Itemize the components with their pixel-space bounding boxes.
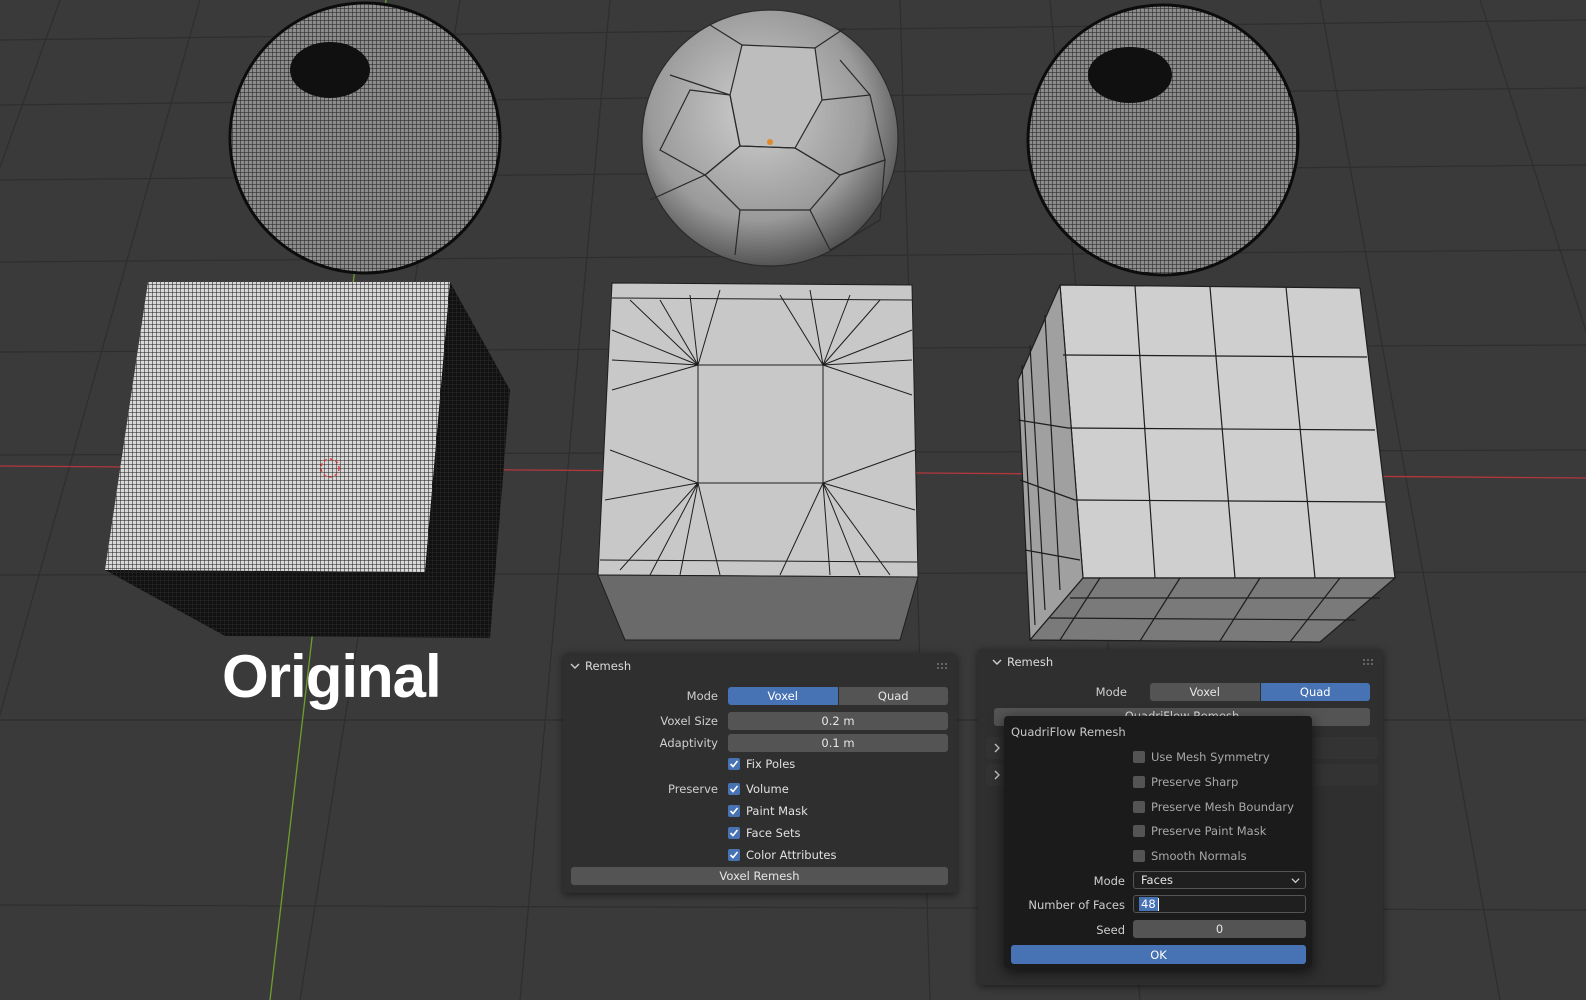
preserve-color-attributes-checkbox[interactable]: Color Attributes (728, 848, 836, 862)
drag-grip-icon[interactable] (937, 663, 949, 669)
checkbox-checked-icon (728, 827, 740, 839)
checkbox-checked-icon (728, 783, 740, 795)
quad-sphere[interactable] (1025, 0, 1305, 280)
quad-panel-header[interactable]: Remesh (978, 649, 1383, 675)
original-sphere[interactable] (225, 0, 505, 280)
quad-cube[interactable] (1017, 284, 1397, 643)
voxel-mode-toggle[interactable]: Voxel Quad (728, 687, 948, 705)
chevron-down-icon[interactable] (992, 657, 1002, 667)
voxel-mode-label: Mode (686, 689, 718, 703)
chevron-down-icon (1291, 878, 1300, 884)
voxel-remesh-panel: Remesh Mode Voxel Quad Voxel Size 0.2 m … (563, 653, 957, 893)
chevron-down-icon[interactable] (570, 661, 580, 671)
checkbox-checked-icon (728, 849, 740, 861)
voxel-panel-header[interactable]: Remesh (563, 653, 957, 679)
seed-label: Seed (1096, 923, 1125, 937)
chevron-right-icon (994, 743, 1000, 753)
mode-quad-option[interactable]: Quad (1259, 683, 1370, 701)
text-caret (1157, 897, 1159, 911)
chevron-right-icon (994, 770, 1000, 780)
voxel-remesh-button[interactable]: Voxel Remesh (571, 867, 948, 885)
voxel-panel-title: Remesh (585, 659, 632, 673)
quadriflow-remesh-popup: QuadriFlow Remesh Use Mesh Symmetry Pres… (1004, 716, 1312, 968)
voxel-cube[interactable] (597, 282, 919, 641)
checkbox-unchecked-icon (1133, 825, 1145, 837)
quad-panel-title: Remesh (1007, 655, 1054, 669)
adaptivity-label: Adaptivity (659, 736, 718, 750)
checkbox-unchecked-icon (1133, 801, 1145, 813)
preserve-face-sets-checkbox[interactable]: Face Sets (728, 826, 801, 840)
original-label: Original (222, 643, 442, 710)
seed-field[interactable]: 0 (1133, 920, 1306, 938)
mode-quad-option[interactable]: Quad (837, 687, 948, 705)
use-mesh-symmetry-checkbox[interactable]: Use Mesh Symmetry (1133, 750, 1270, 764)
quad-mode-toggle[interactable]: Voxel Quad (1150, 683, 1370, 701)
voxel-size-field[interactable]: 0.2 m (728, 712, 948, 730)
checkbox-unchecked-icon (1133, 776, 1145, 788)
preserve-mesh-boundary-checkbox[interactable]: Preserve Mesh Boundary (1133, 800, 1294, 814)
preserve-sharp-checkbox[interactable]: Preserve Sharp (1133, 775, 1238, 789)
original-cube[interactable] (105, 282, 510, 638)
fix-poles-checkbox[interactable]: Fix Poles (728, 757, 795, 771)
checkbox-checked-icon (728, 805, 740, 817)
preserve-volume-checkbox[interactable]: Volume (728, 782, 789, 796)
checkbox-unchecked-icon (1133, 751, 1145, 763)
preserve-paint-mask-checkbox[interactable]: Paint Mask (728, 804, 808, 818)
number-of-faces-input[interactable]: 48 (1133, 895, 1306, 913)
adaptivity-field[interactable]: 0.1 m (728, 734, 948, 752)
mode-voxel-option[interactable]: Voxel (728, 687, 838, 705)
smooth-normals-checkbox[interactable]: Smooth Normals (1133, 849, 1247, 863)
ok-button[interactable]: OK (1011, 945, 1306, 964)
popup-mode-label: Mode (1093, 874, 1125, 888)
checkbox-unchecked-icon (1133, 850, 1145, 862)
mode-voxel-option[interactable]: Voxel (1150, 683, 1260, 701)
mode-dropdown[interactable]: Faces (1133, 871, 1306, 889)
quad-mode-label: Mode (1095, 685, 1127, 699)
popup-title: QuadriFlow Remesh (1011, 725, 1126, 739)
voxel-size-label: Voxel Size (660, 714, 718, 728)
voxel-sphere[interactable] (641, 9, 899, 267)
preserve-label: Preserve (668, 782, 718, 796)
number-of-faces-label: Number of Faces (1028, 898, 1125, 912)
checkbox-checked-icon (728, 758, 740, 770)
drag-grip-icon[interactable] (1363, 659, 1375, 665)
preserve-paint-mask-checkbox[interactable]: Preserve Paint Mask (1133, 824, 1266, 838)
